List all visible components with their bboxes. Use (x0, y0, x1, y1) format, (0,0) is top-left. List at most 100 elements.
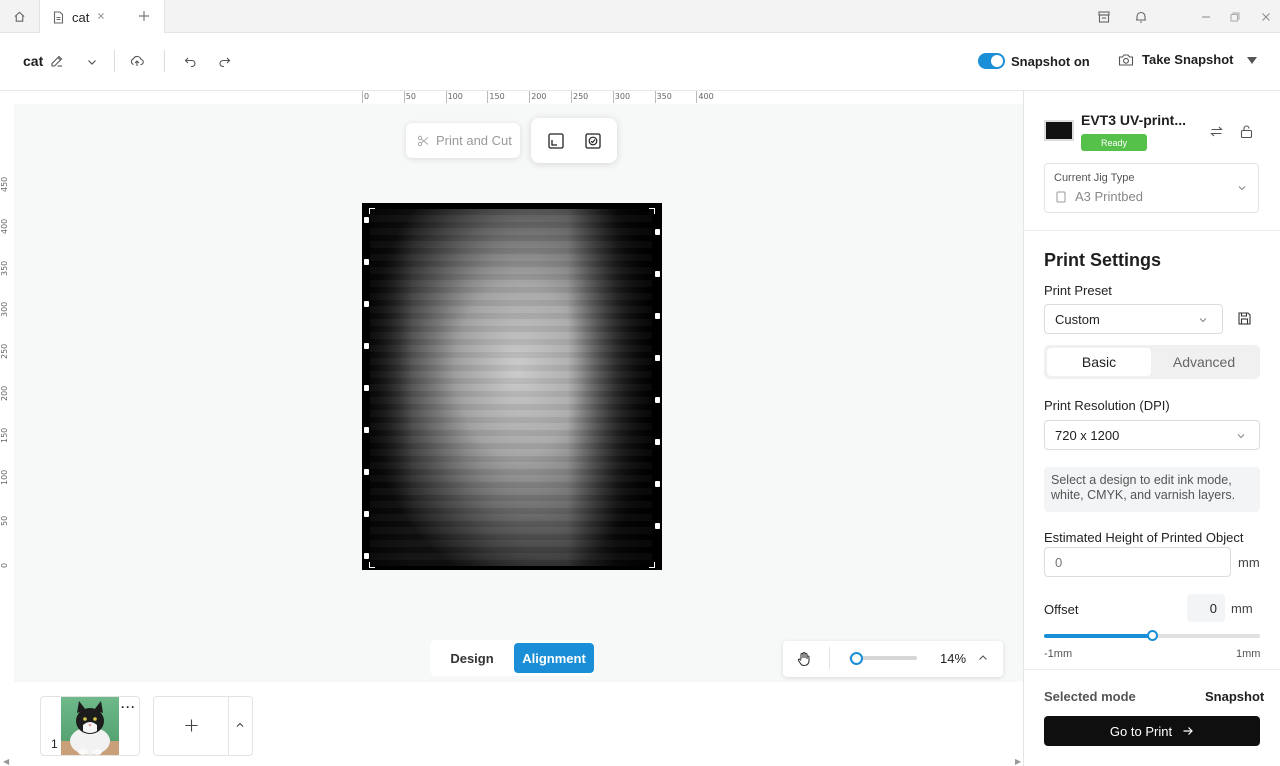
snapshot-toggle-label: Snapshot on (1011, 54, 1090, 69)
fit-frame-button[interactable] (547, 132, 565, 150)
printbed-hole (364, 343, 369, 349)
ruler-tick (362, 91, 363, 103)
file-icon (53, 10, 64, 24)
printbed-hole (364, 259, 369, 265)
take-snapshot-button[interactable]: Take Snapshot (1118, 52, 1234, 67)
ruler-tick-label: 50 (405, 92, 416, 101)
offset-value-input[interactable]: 0 (1187, 594, 1225, 622)
ruler-tick-label: 200 (531, 92, 547, 101)
offset-slider-thumb[interactable] (1147, 630, 1158, 641)
unlock-device-button[interactable] (1239, 124, 1254, 139)
ruler-tick-label: 150 (489, 92, 505, 101)
crop-corner (649, 562, 655, 568)
panel-footer-divider (1023, 669, 1280, 670)
auto-align-button[interactable] (584, 132, 602, 150)
ruler-tick (571, 91, 572, 103)
target-check-icon (584, 132, 601, 149)
mode-switch: Design Alignment (430, 640, 594, 676)
notifications-button[interactable] (1126, 0, 1156, 33)
jig-type-select[interactable] (1044, 163, 1259, 213)
zoom-slider-thumb[interactable] (850, 652, 863, 665)
design-mode-button[interactable]: Design (436, 643, 508, 673)
printbed-hole (364, 469, 369, 475)
chevron-up-icon (236, 722, 244, 727)
ruler-tick-label: 300 (0, 302, 9, 318)
crop-corner (369, 208, 375, 214)
minimize-button[interactable] (1191, 0, 1221, 33)
tab-title: cat (72, 9, 90, 25)
height-unit: mm (1238, 555, 1260, 570)
unlock-icon (1240, 125, 1253, 139)
snapshot-options-dropdown[interactable] (1247, 57, 1257, 64)
snapshot-toggle[interactable] (978, 53, 1005, 69)
tab-advanced[interactable]: Advanced (1152, 348, 1256, 376)
close-window-button[interactable] (1251, 0, 1280, 33)
save-icon (1238, 312, 1251, 325)
toolbar-divider (114, 50, 115, 72)
pan-tool-button[interactable] (796, 651, 812, 667)
panel-divider (1023, 230, 1280, 231)
page-more-button[interactable]: ··· (121, 700, 136, 714)
switch-device-button[interactable] (1209, 124, 1224, 139)
ruler-tick-label: 100 (0, 469, 9, 485)
arrow-right-icon (1183, 727, 1193, 735)
tab-close-button[interactable] (94, 9, 108, 23)
restore-icon (1230, 12, 1240, 21)
estimated-height-input[interactable] (1044, 547, 1231, 577)
close-window-icon (1262, 12, 1270, 21)
offset-label: Offset (1044, 602, 1079, 617)
bell-icon (1136, 11, 1146, 23)
rename-button[interactable] (50, 54, 64, 68)
document-menu-dropdown[interactable] (85, 55, 99, 69)
jig-chevron-down-icon (1236, 182, 1248, 194)
snapshot-image[interactable] (362, 203, 662, 570)
home-button[interactable] (0, 0, 40, 33)
redo-button[interactable] (217, 54, 232, 69)
scroll-right-arrow[interactable]: ▶ (1015, 757, 1021, 766)
chevron-down-icon (1199, 318, 1207, 323)
canvas-tool-group (531, 118, 617, 163)
ruler-tick-label: 400 (0, 218, 9, 234)
printbed-hole (655, 355, 660, 361)
tab-basic[interactable]: Basic (1047, 348, 1151, 376)
printbed-hole (364, 385, 369, 391)
restore-button[interactable] (1220, 0, 1250, 33)
ruler-tick-label: 350 (656, 92, 672, 101)
ruler-tick-label: 200 (0, 385, 9, 401)
print-resolution-select[interactable]: 720 x 1200 (1044, 420, 1260, 450)
ruler-tick-label: 350 (0, 260, 9, 276)
jig-icon (1056, 191, 1066, 203)
go-to-print-button[interactable]: Go to Print (1044, 716, 1260, 746)
alignment-mode-button[interactable]: Alignment (514, 643, 594, 673)
crop-corner (369, 562, 375, 568)
cloud-upload-button[interactable] (129, 53, 145, 69)
print-resolution-label: Print Resolution (DPI) (1044, 398, 1170, 413)
archive-icon (1098, 10, 1110, 23)
scissors-icon (417, 135, 429, 146)
expand-pages-button[interactable] (234, 719, 246, 731)
print-resolution-value: 720 x 1200 (1055, 427, 1120, 443)
print-preset-select[interactable]: Custom (1044, 304, 1223, 334)
scroll-left-arrow[interactable]: ◀ (3, 757, 9, 766)
printbed-hole (655, 229, 660, 235)
ruler-tick (696, 91, 698, 103)
camera-icon (1118, 53, 1134, 66)
chevron-down-icon (1237, 434, 1245, 439)
selected-mode-value: Snapshot (1205, 689, 1265, 704)
undo-button[interactable] (183, 54, 198, 69)
printbed-hole (655, 313, 660, 319)
save-preset-button[interactable] (1237, 311, 1252, 326)
ruler-tick-label: 0 (0, 563, 9, 569)
title-bar (0, 0, 1280, 33)
archive-button[interactable] (1089, 0, 1119, 33)
home-icon (14, 11, 25, 22)
zoom-options-button[interactable] (976, 651, 990, 665)
print-and-cut-button[interactable]: Print and Cut (406, 123, 520, 158)
device-thumbnail (1044, 120, 1074, 141)
chevron-up-icon (979, 655, 987, 660)
printbed-hole (364, 511, 369, 517)
chevron-down-icon (88, 60, 96, 65)
device-name: EVT3 UV-print... (1081, 112, 1187, 128)
new-tab-button[interactable] (136, 8, 152, 24)
device-status-badge: Ready (1081, 134, 1147, 151)
